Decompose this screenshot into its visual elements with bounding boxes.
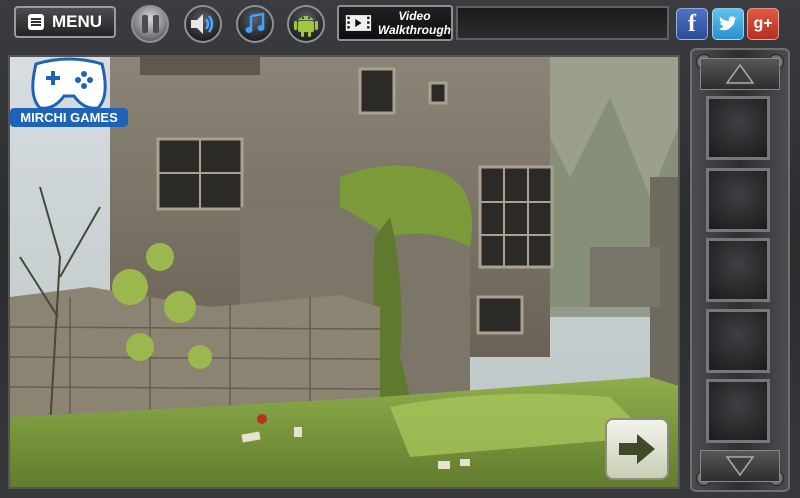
sound-button[interactable] — [184, 5, 222, 43]
facebook-icon: f — [688, 10, 696, 37]
arrow-right-icon — [619, 434, 655, 464]
logo-text: MIRCHI GAMES — [10, 108, 128, 127]
triangle-up-icon — [725, 63, 755, 84]
facebook-button[interactable]: f — [676, 8, 708, 40]
inventory-slot-3[interactable] — [706, 238, 770, 302]
menu-button[interactable]: MENU — [14, 6, 116, 38]
message-bar — [456, 6, 669, 40]
google-plus-icon: g+ — [753, 15, 773, 32]
video-walkthrough-button[interactable]: Video Walkthrough — [337, 5, 453, 41]
triangle-down-icon — [725, 456, 755, 477]
next-scene-button[interactable] — [605, 418, 669, 480]
music-note-icon — [245, 12, 265, 33]
pause-icon — [141, 15, 159, 33]
inventory-slot-2[interactable] — [706, 168, 770, 232]
inventory-slot-1[interactable] — [706, 96, 770, 160]
menu-icon — [27, 14, 44, 30]
inventory-slot-4[interactable] — [706, 309, 770, 373]
gamepad-icon — [31, 57, 107, 110]
menu-label: MENU — [51, 12, 103, 31]
music-button[interactable] — [236, 5, 274, 43]
android-app-button[interactable] — [287, 5, 325, 43]
twitter-bird-icon — [719, 16, 738, 31]
inventory-scroll-down-button[interactable] — [700, 450, 780, 482]
video-walkthrough-label: Video Walkthrough — [377, 9, 451, 37]
inventory-scroll-up-button[interactable] — [700, 58, 780, 90]
film-icon — [345, 15, 372, 31]
mirchi-games-logo: MIRCHI GAMES — [10, 56, 128, 130]
android-icon — [294, 16, 318, 37]
inventory-slot-5[interactable] — [706, 379, 770, 443]
google-plus-button[interactable]: g+ — [747, 8, 779, 40]
pause-button[interactable] — [131, 5, 169, 43]
twitter-button[interactable] — [712, 8, 744, 40]
speaker-icon — [191, 14, 214, 34]
